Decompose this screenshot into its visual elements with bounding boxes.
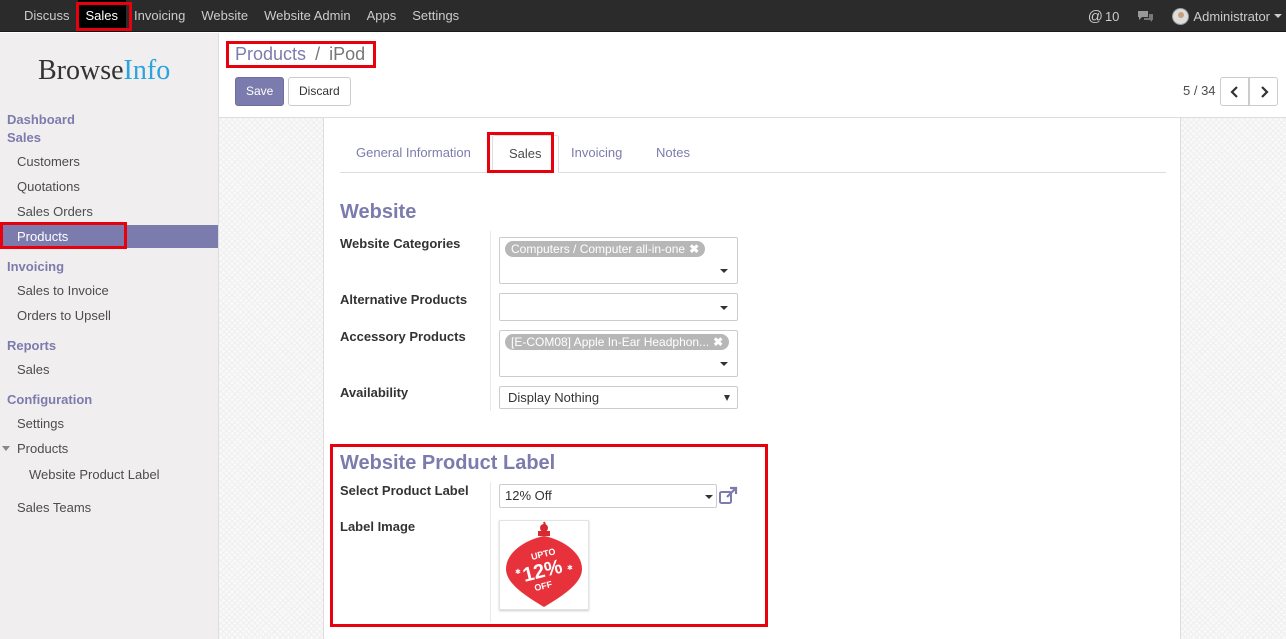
- systray: @ 10 Administrator: [1088, 0, 1286, 32]
- control-panel: Products / iPod Save Discard 5 / 34: [219, 33, 1286, 118]
- sidebar-section-sales[interactable]: Sales: [7, 130, 41, 145]
- sidebar: BrowseInfo Dashboard Sales Customers Quo…: [0, 33, 219, 639]
- mentions-button[interactable]: @ 10: [1088, 8, 1120, 25]
- sidebar-item-report-sales[interactable]: Sales: [0, 358, 218, 381]
- at-icon: @: [1087, 7, 1103, 25]
- menu-website-admin[interactable]: Website Admin: [256, 0, 358, 32]
- website-category-tag[interactable]: Computers / Computer all-in-one ✖: [505, 241, 706, 257]
- website-categories-field[interactable]: Computers / Computer all-in-one ✖: [499, 237, 738, 284]
- chevron-right-icon: [1260, 85, 1269, 98]
- sidebar-item-sales-teams[interactable]: Sales Teams: [0, 496, 218, 519]
- dropdown-caret-icon[interactable]: [720, 269, 728, 273]
- user-menu[interactable]: Administrator: [1172, 7, 1282, 25]
- dropdown-caret-icon[interactable]: [705, 495, 713, 499]
- sidebar-item-sales-orders[interactable]: Sales Orders: [0, 200, 218, 223]
- breadcrumb: Products / iPod: [235, 44, 365, 65]
- breadcrumb-separator: /: [315, 44, 321, 64]
- menu-apps[interactable]: Apps: [359, 0, 405, 32]
- user-name: Administrator: [1193, 8, 1270, 24]
- tab-notes[interactable]: Notes: [640, 135, 706, 173]
- main-menu: Discuss Sales Invoicing Website Website …: [16, 0, 467, 32]
- chevron-left-icon: [1229, 85, 1238, 98]
- form-view-background: General Information Sales Invoicing Note…: [219, 118, 1286, 639]
- menu-website[interactable]: Website: [193, 0, 256, 32]
- svg-text:✱: ✱: [567, 564, 573, 572]
- sidebar-item-config-products[interactable]: Products: [0, 437, 218, 460]
- availability-label: Availability: [340, 385, 409, 400]
- breadcrumb-products-link[interactable]: Products: [235, 44, 306, 64]
- pager-value: 5 / 34: [1183, 83, 1216, 98]
- availability-select[interactable]: Display Nothing: [499, 386, 738, 409]
- pager-next-button[interactable]: [1249, 77, 1278, 106]
- dropdown-caret-icon[interactable]: [720, 306, 728, 310]
- sidebar-section-configuration[interactable]: Configuration: [7, 392, 92, 407]
- chat-icon: [1138, 10, 1154, 22]
- website-categories-label: Website Categories: [340, 236, 461, 251]
- discard-button[interactable]: Discard: [288, 77, 351, 106]
- menu-settings[interactable]: Settings: [404, 0, 467, 32]
- sidebar-section-dashboard[interactable]: Dashboard: [7, 112, 75, 127]
- sidebar-item-products[interactable]: Products: [0, 225, 218, 248]
- chat-button[interactable]: [1137, 10, 1154, 23]
- menu-discuss[interactable]: Discuss: [16, 0, 78, 32]
- discount-badge-image: UPTO 12% OFF ✱ ✱: [506, 521, 582, 607]
- select-product-label-label: Select Product Label: [340, 483, 469, 498]
- sidebar-item-settings[interactable]: Settings: [0, 412, 218, 435]
- label-image-label: Label Image: [340, 519, 416, 534]
- alternative-products-field[interactable]: [499, 293, 738, 321]
- sidebar-section-invoicing[interactable]: Invoicing: [7, 259, 64, 274]
- sidebar-section-reports[interactable]: Reports: [7, 338, 56, 353]
- sidebar-item-sales-to-invoice[interactable]: Sales to Invoice: [0, 279, 218, 302]
- browseinfo-logo: BrowseInfo: [38, 55, 171, 86]
- accessory-products-field[interactable]: [E-COM08] Apple In-Ear Headphon... ✖: [499, 330, 738, 377]
- save-button[interactable]: Save: [235, 77, 285, 106]
- dropdown-caret-icon[interactable]: [720, 362, 728, 366]
- pager-previous-button[interactable]: [1220, 77, 1249, 106]
- website-section-title: Website: [340, 201, 417, 223]
- product-label-select[interactable]: 12% Off: [499, 484, 717, 508]
- avatar: [1172, 7, 1190, 25]
- form-sheet: General Information Sales Invoicing Note…: [323, 118, 1181, 639]
- select-arrow-icon: [724, 395, 730, 401]
- menu-sales[interactable]: Sales: [77, 0, 127, 32]
- sidebar-item-orders-to-upsell[interactable]: Orders to Upsell: [0, 304, 218, 327]
- top-navbar: Discuss Sales Invoicing Website Website …: [0, 0, 1286, 32]
- website-product-label-section-title: Website Product Label: [340, 452, 556, 474]
- menu-invoicing[interactable]: Invoicing: [126, 0, 193, 32]
- label-image[interactable]: UPTO 12% OFF ✱ ✱: [499, 520, 589, 610]
- accessory-products-label: Accessory Products: [340, 329, 466, 344]
- tab-sales[interactable]: Sales: [492, 135, 559, 173]
- alternative-products-label: Alternative Products: [340, 292, 468, 307]
- mentions-count: 10: [1104, 8, 1120, 24]
- field-separator: [490, 231, 491, 411]
- tab-invoicing[interactable]: Invoicing: [555, 135, 638, 173]
- breadcrumb-current: iPod: [329, 44, 366, 64]
- external-link-icon[interactable]: [718, 486, 738, 506]
- accessory-product-tag[interactable]: [E-COM08] Apple In-Ear Headphon... ✖: [505, 334, 730, 350]
- sidebar-item-website-product-label[interactable]: Website Product Label: [0, 463, 218, 486]
- tab-general-information[interactable]: General Information: [340, 135, 487, 173]
- field-separator: [490, 482, 491, 622]
- caret-down-icon: [2, 446, 10, 451]
- sidebar-item-quotations[interactable]: Quotations: [0, 175, 218, 198]
- svg-text:✱: ✱: [515, 568, 521, 576]
- remove-tag-icon: ✖: [713, 335, 724, 349]
- notebook-tabs: General Information Sales Invoicing Note…: [340, 135, 1166, 173]
- chevron-down-icon: [1274, 14, 1282, 18]
- remove-tag-icon: ✖: [689, 242, 700, 256]
- sidebar-item-customers[interactable]: Customers: [0, 150, 218, 173]
